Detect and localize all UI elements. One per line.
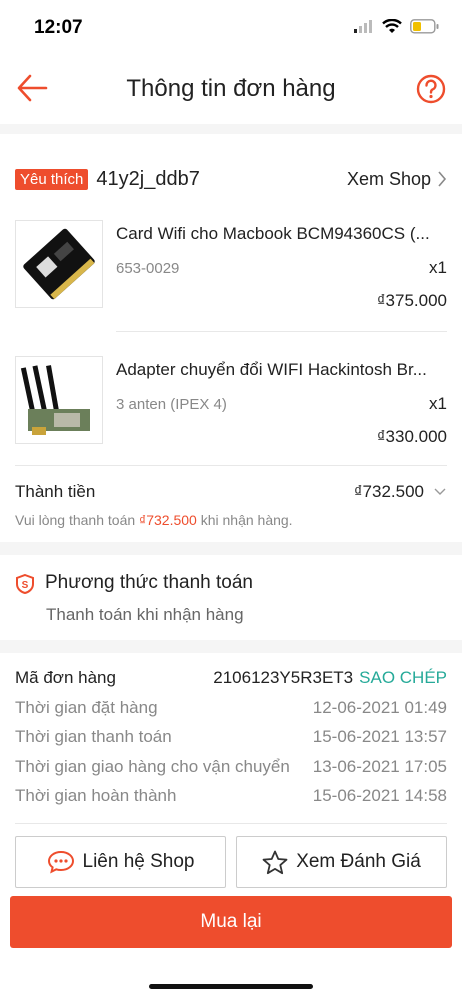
- buy-again-button[interactable]: Mua lại: [10, 896, 452, 948]
- info-label: Thời gian hoàn thành: [15, 786, 177, 805]
- contact-shop-label: Liên hệ Shop: [82, 851, 195, 872]
- payment-note-prefix: Vui lòng thanh toán: [15, 512, 140, 528]
- view-review-button[interactable]: Xem Đánh Giá: [236, 836, 447, 888]
- info-row: Thời gian hoàn thành 15-06-2021 14:58: [15, 784, 447, 808]
- divider: [15, 465, 447, 466]
- star-icon: [262, 850, 288, 874]
- shield-icon: S: [16, 574, 34, 594]
- info-value: 15-06-2021 13:57: [312, 727, 447, 746]
- product-item[interactable]: Adapter chuyển đổi WIFI Hackintosh Br...…: [15, 356, 447, 476]
- product-variant: 653-0029: [116, 260, 180, 277]
- product-quantity: x1: [429, 394, 447, 413]
- navbar: Thông tin đơn hàng: [0, 50, 462, 124]
- shop-row: Yêu thích 41y2j_ddb7 Xem Shop: [15, 164, 447, 194]
- info-label: Thời gian đặt hàng: [15, 698, 158, 717]
- wifi-card-image: [23, 228, 95, 300]
- page-title: Thông tin đơn hàng: [126, 75, 336, 102]
- info-value: 12-06-2021 01:49: [312, 698, 447, 717]
- product-image: [15, 356, 103, 444]
- info-label: Thời gian giao hàng cho vận chuyển: [15, 757, 290, 776]
- total-label: Thành tiền: [15, 482, 96, 501]
- view-shop-link[interactable]: Xem Shop: [347, 169, 447, 190]
- product-name: Adapter chuyển đổi WIFI Hackintosh Br...: [116, 360, 427, 379]
- payment-note-suffix: khi nhận hàng.: [196, 512, 293, 528]
- product-image: [15, 220, 103, 308]
- product-variant: 3 anten (IPEX 4): [116, 396, 227, 413]
- payment-method-title: Phương thức thanh toán: [45, 572, 253, 593]
- product-quantity: x1: [429, 258, 447, 277]
- payment-note-amount: ₫732.500: [139, 512, 197, 528]
- payment-method-value: Thanh toán khi nhận hàng: [46, 605, 244, 624]
- battery-icon: [410, 19, 439, 34]
- info-label: Thời gian thanh toán: [15, 727, 172, 746]
- view-shop-label: Xem Shop: [346, 168, 431, 189]
- product-price: ₫375.000: [376, 291, 447, 310]
- contact-shop-button[interactable]: Liên hệ Shop: [15, 836, 226, 888]
- info-row: Thời gian đặt hàng 12-06-2021 01:49: [15, 696, 447, 720]
- divider: [116, 331, 447, 332]
- wifi-icon: [382, 19, 402, 33]
- info-value: 15-06-2021 14:58: [312, 786, 447, 805]
- view-review-label: Xem Đánh Giá: [296, 851, 421, 872]
- product-price: ₫330.000: [376, 427, 447, 446]
- home-indicator: [149, 984, 313, 989]
- product-item[interactable]: Card Wifi cho Macbook BCM94360CS (... 65…: [15, 220, 447, 340]
- help-icon[interactable]: [416, 74, 446, 104]
- signal-icon: [354, 20, 372, 33]
- copy-button[interactable]: SAO CHÉP: [359, 668, 447, 688]
- chevron-down-icon: [434, 488, 446, 495]
- info-row: Thời gian thanh toán 15-06-2021 13:57: [15, 725, 447, 749]
- shop-name: 41y2j_ddb7: [96, 167, 200, 190]
- info-row: Thời gian giao hàng cho vận chuyển 13-06…: [15, 755, 447, 779]
- status-icons: [354, 19, 440, 34]
- info-value: 13-06-2021 17:05: [312, 757, 447, 776]
- chat-icon: [47, 850, 74, 874]
- chevron-right-icon: [438, 171, 447, 187]
- status-time: 12:07: [34, 17, 83, 38]
- order-id-row: Mã đơn hàng 2106123Y5R3ET3 SAO CHÉP: [15, 666, 447, 690]
- order-id-label: Mã đơn hàng: [15, 668, 116, 687]
- payment-note: Vui lòng thanh toán ₫732.500 khi nhận hà…: [15, 512, 293, 528]
- payment-method-card: [0, 555, 462, 640]
- status-bar: 12:07: [0, 0, 462, 50]
- divider: [15, 823, 447, 824]
- total-value: ₫732.500: [353, 482, 424, 501]
- product-name: Card Wifi cho Macbook BCM94360CS (...: [116, 224, 430, 243]
- total-value-toggle[interactable]: ₫732.500: [354, 482, 446, 502]
- favorite-badge: Yêu thích: [15, 168, 89, 190]
- order-id-value: 2106123Y5R3ET3: [213, 668, 354, 687]
- wifi-adapter-image: [20, 365, 90, 435]
- svg-text:S: S: [22, 580, 29, 591]
